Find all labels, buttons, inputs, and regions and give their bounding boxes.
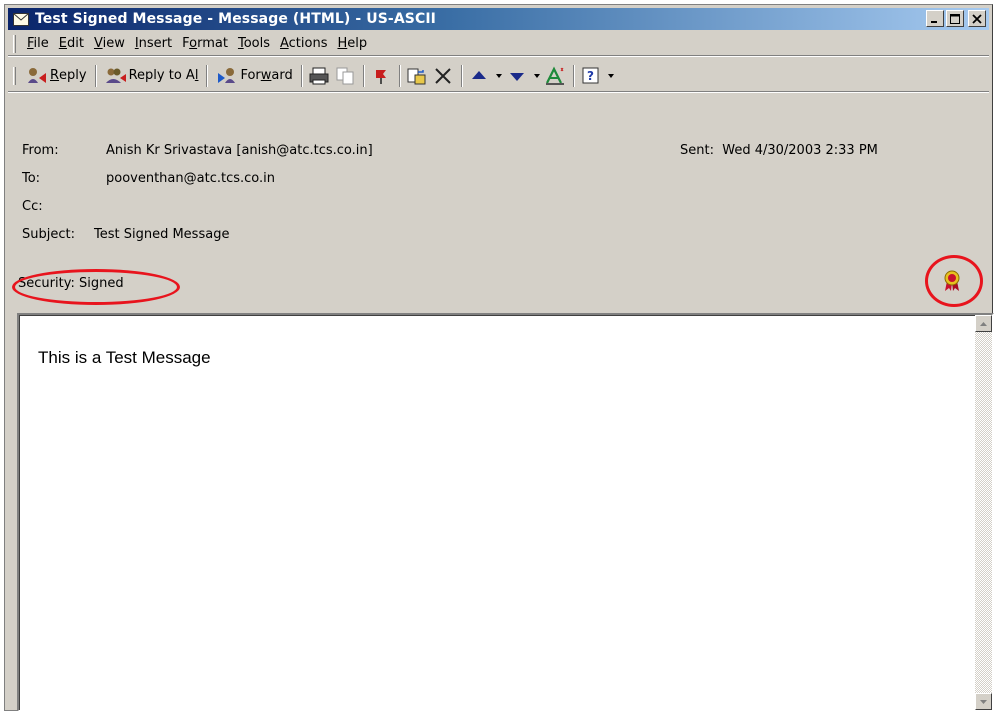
toolbar-separator [206,64,209,87]
sent-value: Wed 4/30/2003 2:33 PM [722,143,878,158]
menu-help[interactable]: Help [332,34,372,53]
message-header: From: Anish Kr Srivastava [anish@atc.tcs.… [8,95,989,307]
subject-row: Subject: Test Signed Message [22,227,229,242]
toolbar-separator [460,64,463,87]
title-bar[interactable]: Test Signed Message - Message (HTML) - U… [8,8,989,30]
toolbar-separator [300,64,303,87]
previous-item-button[interactable] [467,64,493,88]
message-body-text: This is a Test Message [38,348,211,367]
menu-actions[interactable]: Actions [275,34,333,53]
help-icon: ? [580,66,602,86]
scroll-up-button[interactable] [975,315,992,332]
minimize-icon [931,20,937,23]
subject-value: Test Signed Message [94,227,230,242]
forward-button[interactable]: For w ard [212,64,296,88]
move-to-folder-icon [406,66,428,86]
toolbar-grip[interactable] [13,66,16,85]
copy-button[interactable] [333,64,359,88]
help-dropdown[interactable] [605,64,617,88]
vertical-scrollbar[interactable] [975,315,992,710]
dropdown-arrow-icon [495,73,502,78]
subject-label: Subject: [22,227,75,242]
security-highlight-oval [12,269,180,305]
menu-grip[interactable] [13,34,16,53]
maximize-icon [950,13,960,24]
print-button[interactable] [307,64,333,88]
address-book-button[interactable] [543,64,569,88]
scroll-down-button[interactable] [975,693,992,710]
toolbar-separator [94,64,97,87]
to-row: To: pooventhan@atc.tcs.co.in [22,171,275,186]
up-arrow-icon [468,66,490,86]
toolbar-separator [362,64,365,87]
reply-button[interactable]: Reply [22,64,91,88]
standard-toolbar: Reply Reply to Al For w ard ? [8,60,989,92]
dropdown-arrow-icon [607,73,614,78]
menu-edit[interactable]: Edit [54,34,89,53]
address-book-icon [544,66,566,86]
menu-format[interactable]: Format [177,34,233,53]
reply-all-button[interactable]: Reply to Al [101,64,203,88]
forward-icon [216,66,238,86]
from-label: From: [22,143,59,158]
digital-signature-certificate-icon[interactable] [942,269,962,293]
from-value[interactable]: Anish Kr Srivastava [anish@atc.tcs.co.in… [106,143,373,158]
toolbar-separator [572,64,575,87]
close-icon [972,13,982,24]
toolbar-separator [398,64,401,87]
menu-tools[interactable]: Tools [233,34,275,53]
help-button[interactable]: ? [579,64,605,88]
copy-icon [334,66,356,86]
scroll-up-arrow-icon [980,321,987,326]
dropdown-arrow-icon [533,73,540,78]
flag-button[interactable] [369,64,395,88]
next-item-button[interactable] [505,64,531,88]
menu-file[interactable]: File [22,34,54,53]
to-label: To: [22,171,41,186]
to-value[interactable]: pooventhan@atc.tcs.co.in [106,171,275,186]
menu-view[interactable]: View [89,34,130,53]
maximize-button[interactable] [946,10,964,27]
cc-label: Cc: [22,199,43,214]
reply-icon [26,66,48,86]
minimize-button[interactable] [926,10,944,27]
printer-icon [308,66,330,86]
reply-all-icon [105,66,127,86]
envelope-icon [13,12,29,26]
previous-item-dropdown[interactable] [493,64,505,88]
follow-up-flag-icon [370,66,392,86]
sent-label: Sent: [680,143,714,158]
close-button[interactable] [968,10,986,27]
delete-button[interactable] [431,64,457,88]
message-window: Test Signed Message - Message (HTML) - U… [4,4,994,711]
cc-row: Cc: [22,199,106,214]
move-to-folder-button[interactable] [405,64,431,88]
down-arrow-icon [506,66,528,86]
menu-insert[interactable]: Insert [130,34,177,53]
next-item-dropdown[interactable] [531,64,543,88]
menu-bar: File Edit View Insert Format Tools Actio… [8,32,989,56]
sent-row: Sent: Wed 4/30/2003 2:33 PM [680,143,878,158]
delete-icon [432,66,454,86]
message-body[interactable]: This is a Test Message [17,313,994,711]
window-title: Test Signed Message - Message (HTML) - U… [35,11,436,27]
from-row: From: Anish Kr Srivastava [anish@atc.tcs.… [22,143,373,158]
svg-text:?: ? [587,69,594,83]
scroll-down-arrow-icon [980,699,987,704]
